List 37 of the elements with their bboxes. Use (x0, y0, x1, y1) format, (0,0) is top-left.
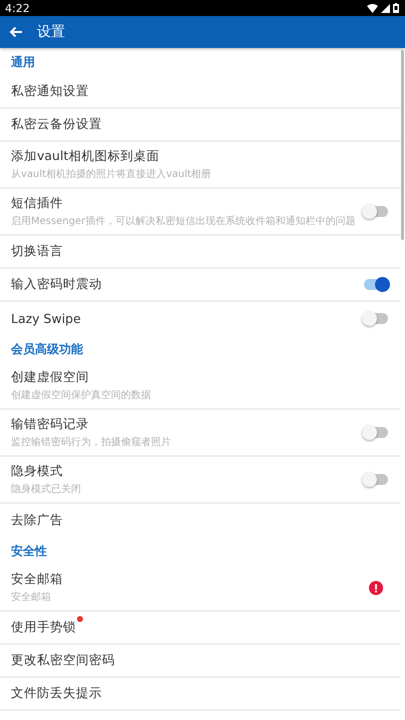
setting-title: 短信插件 (11, 195, 63, 212)
setting-title: 隐身模式 (11, 463, 63, 480)
setting-description: 监控输错密码行为，拍摄偷窥者照片 (11, 436, 172, 449)
toggle-switch[interactable] (364, 427, 388, 438)
toggle-switch[interactable] (364, 279, 388, 290)
section-header: 通用 (11, 54, 35, 70)
setting-title: 使用手势锁 (11, 619, 76, 636)
setting-title: 更改私密空间密码 (11, 652, 115, 669)
setting-description: 创建虚假空间保护真空间的数据 (11, 388, 152, 402)
back-button[interactable] (9, 26, 23, 38)
back-arrow-icon (9, 26, 23, 38)
section-header: 会员高级功能 (11, 340, 83, 358)
battery-icon (393, 3, 399, 13)
setting-title: Lazy Swipe (11, 311, 81, 326)
setting-title: 安全邮箱 (11, 571, 63, 588)
toggle-switch[interactable] (364, 474, 388, 485)
setting-title: 去除广告 (11, 512, 63, 529)
setting-description: 隐身模式已关闭 (11, 482, 82, 496)
setting-title: 文件防丢失提示 (11, 685, 102, 702)
setting-title: 私密云备份设置 (11, 116, 102, 133)
toggle-switch[interactable] (364, 206, 388, 217)
setting-title: 创建虚假空间 (11, 369, 89, 386)
toggle-switch[interactable] (364, 313, 388, 324)
setting-description: 启用Messenger插件，可以解决私密短信出现在系统收件箱和通知栏中的问题 (11, 214, 356, 228)
section-header: 安全性 (11, 542, 47, 560)
clock-time: 4:22 (5, 2, 30, 14)
wifi-icon (367, 4, 378, 12)
alert-icon (369, 580, 383, 594)
setting-description: 安全邮箱 (11, 590, 52, 604)
setting-title: 切换语言 (11, 243, 63, 260)
screen-title: 设置 (37, 23, 65, 41)
setting-title: 私密通知设置 (11, 83, 89, 100)
setting-title: 输入密码时震动 (11, 276, 102, 293)
setting-title: 输错密码记录 (11, 416, 89, 433)
signal-icon (381, 4, 390, 12)
setting-title: 添加vault相机图标到桌面 (11, 148, 160, 165)
setting-description: 从vault相机拍摄的照片将直接进入vault相册 (11, 168, 212, 181)
